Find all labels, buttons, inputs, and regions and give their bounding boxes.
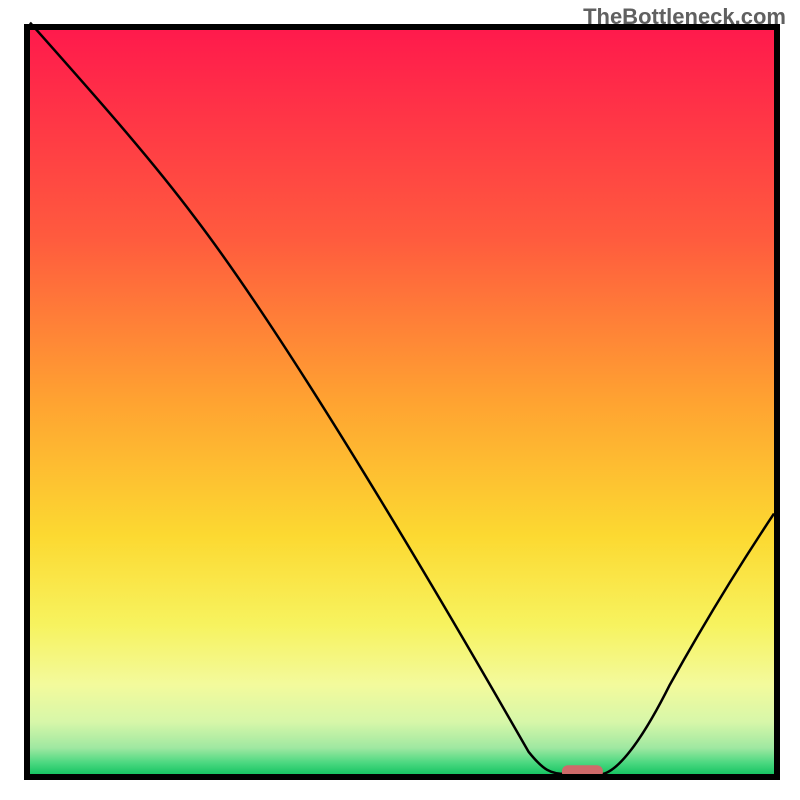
plot-background (30, 30, 774, 774)
watermark-text: TheBottleneck.com (583, 4, 786, 30)
bottleneck-chart (0, 0, 800, 800)
